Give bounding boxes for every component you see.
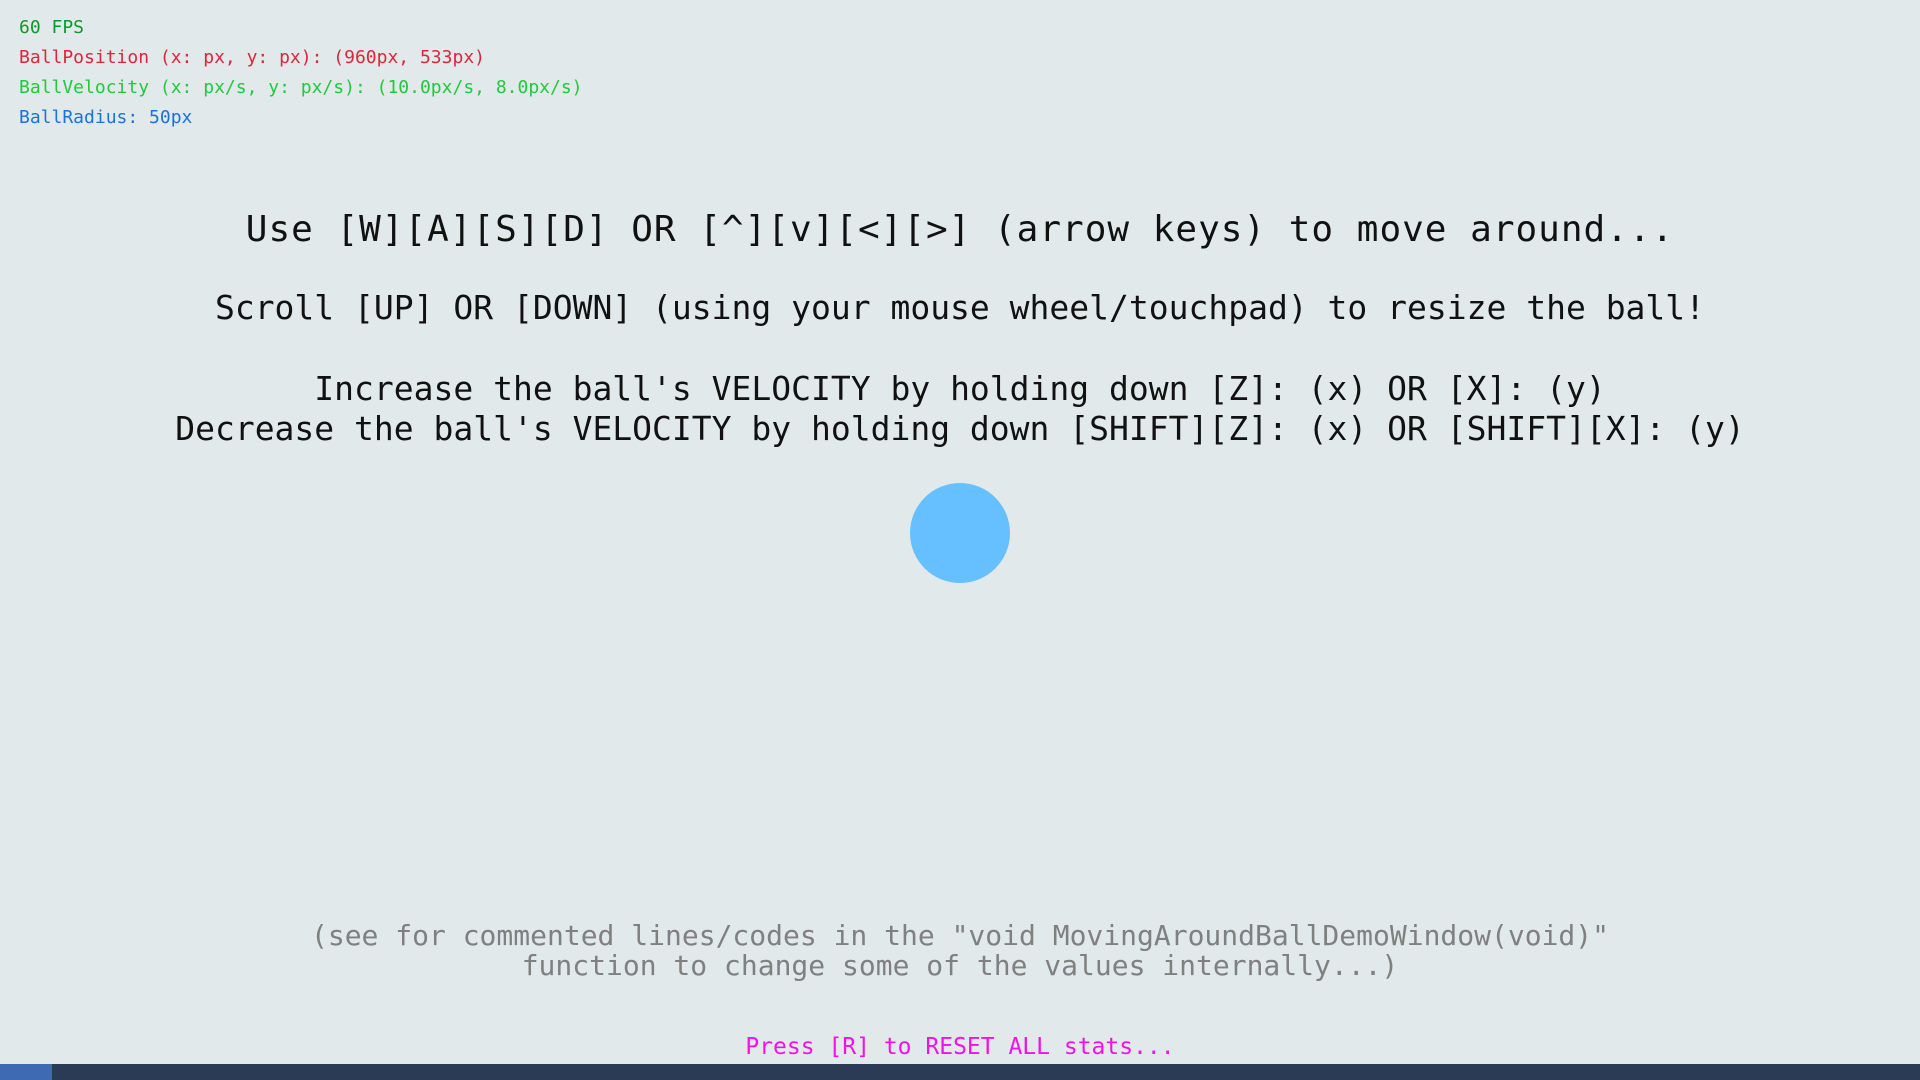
scroll-instruction: Scroll [UP] OR [DOWN] (using your mouse … — [214, 288, 1706, 327]
code-note-line-2: function to change some of the values in… — [521, 949, 1399, 982]
remote-indicator[interactable] — [0, 1064, 52, 1080]
ball — [910, 483, 1010, 583]
ball-radius-readout: BallRadius: 50px — [19, 107, 193, 128]
reset-hint: Press [R] to RESET ALL stats... — [745, 1034, 1175, 1060]
increase-velocity-instruction: Increase the ball's VELOCITY by holding … — [314, 369, 1606, 408]
editor-status-bar — [0, 1064, 1920, 1080]
decrease-velocity-instruction: Decrease the ball's VELOCITY by holding … — [175, 409, 1745, 448]
ball-position-readout: BallPosition (x: px, y: px): (960px, 533… — [19, 47, 485, 68]
ball-velocity-readout: BallVelocity (x: px/s, y: px/s): (10.0px… — [19, 77, 583, 98]
game-window[interactable]: 60 FPS BallPosition (x: px, y: px): (960… — [0, 0, 1920, 1064]
move-instruction: Use [W][A][S][D] OR [^][v][<][>] (arrow … — [245, 209, 1675, 250]
code-note-line-1: (see for commented lines/codes in the "v… — [310, 919, 1610, 952]
fps-counter: 60 FPS — [19, 17, 85, 38]
